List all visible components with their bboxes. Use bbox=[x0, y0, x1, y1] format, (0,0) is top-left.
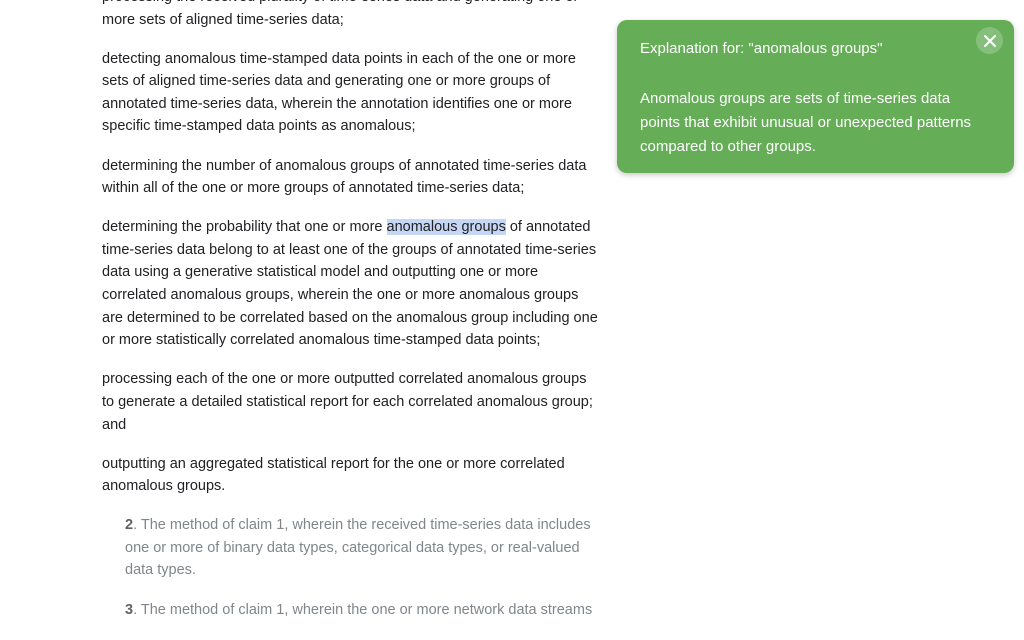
text-after-highlight: of annotated time-series data belong to … bbox=[102, 219, 598, 349]
claim-step-outputting: outputting an aggregated statistical rep… bbox=[102, 455, 565, 495]
popup-title: Explanation for: "anomalous groups" bbox=[640, 40, 883, 57]
dependent-claim-2: 2. The method of claim 1, wherein the re… bbox=[125, 514, 602, 582]
highlighted-selection[interactable]: anomalous groups bbox=[386, 219, 506, 236]
claim-step-processing: processing each of the one or more outpu… bbox=[102, 371, 593, 433]
patent-claims-text: processing the received plurality of tim… bbox=[102, 0, 602, 638]
close-icon bbox=[983, 34, 996, 47]
claim-text: . The method of claim 1, wherein the one… bbox=[133, 601, 593, 618]
popup-explanation-text: Anomalous groups are sets of time-series… bbox=[640, 90, 972, 155]
claim-step-counting: determining the number of anomalous grou… bbox=[102, 157, 587, 197]
claim-text: . The method of claim 1, wherein the rec… bbox=[125, 517, 591, 579]
claim-number: 3 bbox=[125, 601, 134, 618]
claim-step-probability: determining the probability that one or … bbox=[102, 216, 602, 352]
dependent-claim-3: 3. The method of claim 1, wherein the on… bbox=[125, 599, 602, 622]
claim-number: 2 bbox=[125, 517, 134, 534]
claim-step-aligning: processing the received plurality of tim… bbox=[102, 0, 578, 28]
explanation-popup: Explanation for: "anomalous groups" Anom… bbox=[617, 20, 1014, 173]
popup-close-button[interactable] bbox=[976, 27, 1003, 54]
claim-step-detecting: detecting anomalous time-stamped data po… bbox=[102, 50, 576, 135]
text-before-highlight: determining the probability that one or … bbox=[102, 219, 387, 236]
